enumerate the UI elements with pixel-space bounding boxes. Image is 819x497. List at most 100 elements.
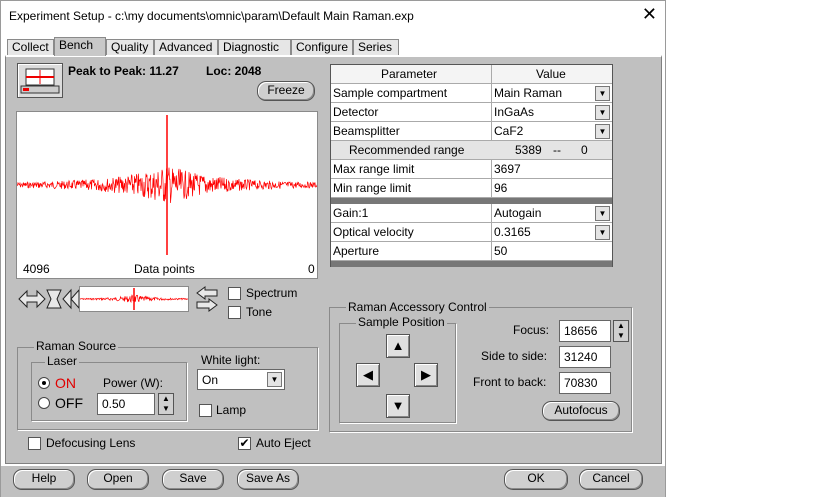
parameter-value[interactable]: 0.3165 [494, 225, 531, 239]
spectrum-checkbox[interactable] [228, 287, 241, 300]
laser-off-label: OFF [55, 395, 83, 411]
save-button[interactable]: Save [162, 469, 224, 490]
raman-source-title: Raman Source [34, 339, 119, 353]
move-right-button[interactable]: ▶ [414, 363, 438, 387]
parameter-value[interactable]: Main Raman [494, 86, 562, 100]
freeze-button[interactable]: Freeze [257, 81, 315, 101]
parameter-name: Optical velocity [333, 225, 414, 239]
tab-diagnostic[interactable]: Diagnostic [218, 39, 291, 55]
chevron-down-icon[interactable]: ▼ [595, 124, 610, 139]
move-left-button[interactable]: ◀ [356, 363, 380, 387]
parameter-value[interactable]: CaF2 [494, 124, 523, 138]
auto-eject-checkbox[interactable]: ✔ [238, 437, 251, 450]
table-separator [331, 261, 612, 267]
parameter-value[interactable]: 3697 [494, 162, 521, 176]
close-icon[interactable]: ✕ [642, 5, 657, 23]
pan-arrows-icon[interactable] [195, 286, 219, 312]
checkmark-icon: ✔ [239, 436, 250, 450]
front-to-back-input[interactable]: 70830 [559, 372, 611, 394]
laser-title: Laser [45, 354, 80, 368]
zoom-controls-icon[interactable] [17, 286, 80, 312]
chevron-down-icon[interactable]: ▼ [267, 372, 282, 387]
sample-position-title: Sample Position [356, 315, 447, 329]
parameter-row[interactable]: Aperture 50 [331, 242, 612, 261]
open-button[interactable]: Open [87, 469, 149, 490]
auto-eject-label: Auto Eject [256, 436, 311, 450]
tab-strip: Collect Bench Quality Advanced Diagnosti… [1, 37, 665, 56]
tab-series[interactable]: Series [353, 39, 399, 55]
chevron-down-icon[interactable]: ▼ [595, 105, 610, 120]
tab-bench[interactable]: Bench [54, 37, 106, 56]
graph-left-label: 4096 [23, 262, 50, 276]
recommended-range-label: Recommended range [349, 143, 465, 157]
white-light-label: White light: [201, 353, 261, 367]
side-to-side-input[interactable]: 31240 [559, 346, 611, 368]
ok-button[interactable]: OK [504, 469, 568, 490]
interferogram-trace [16, 115, 318, 255]
parameter-name: Gain:1 [333, 206, 369, 220]
signal-icon[interactable] [17, 63, 63, 98]
parameter-name: Detector [333, 105, 379, 119]
tab-quality[interactable]: Quality [106, 39, 154, 55]
autofocus-button[interactable]: Autofocus [542, 401, 620, 421]
parameter-row[interactable]: Min range limit 96 [331, 179, 612, 198]
power-spinner[interactable]: ▲ ▼ [158, 393, 174, 415]
parameter-row[interactable]: Beamsplitter CaF2 ▼ [331, 122, 612, 141]
parameter-row[interactable]: Gain:1 Autogain ▼ [331, 204, 612, 223]
move-up-button[interactable]: ▲ [386, 334, 410, 358]
focus-spinner[interactable]: ▲ ▼ [613, 320, 629, 342]
parameter-row[interactable]: Optical velocity 0.3165 ▼ [331, 223, 612, 242]
white-light-select[interactable]: On ▼ [197, 369, 285, 390]
chevron-down-icon[interactable]: ▼ [595, 206, 610, 221]
location-label: Loc: 2048 [206, 64, 262, 78]
raman-accessory-title: Raman Accessory Control [346, 300, 489, 314]
white-light-value: On [202, 373, 219, 387]
interferogram-graph: 4096 Data points 0 [16, 111, 318, 279]
parameter-row[interactable]: Detector InGaAs ▼ [331, 103, 612, 122]
power-input[interactable]: 0.50 [97, 393, 155, 415]
tone-checkbox[interactable] [228, 306, 241, 319]
parameter-value[interactable]: 96 [494, 181, 507, 195]
experiment-setup-window: Experiment Setup - c:\my documents\omnic… [0, 0, 666, 497]
focus-input[interactable]: 18656 [559, 320, 611, 342]
overview-graph[interactable] [79, 286, 189, 312]
recommended-range-sep: -- [553, 143, 561, 157]
recommended-range-from: 5389 [515, 143, 542, 157]
recommended-range-to: 0 [581, 143, 588, 157]
parameter-name: Aperture [333, 244, 380, 258]
defocusing-lens-checkbox[interactable] [28, 437, 41, 450]
tab-collect[interactable]: Collect [7, 39, 54, 55]
parameter-value[interactable]: InGaAs [494, 105, 534, 119]
graph-right-label: 0 [308, 262, 315, 276]
power-label: Power (W): [103, 376, 163, 390]
parameter-name: Beamsplitter [333, 124, 400, 138]
tab-advanced[interactable]: Advanced [154, 39, 218, 55]
chevron-down-icon[interactable]: ▼ [595, 225, 610, 240]
parameter-table: Parameter Value Sample compartment Main R… [330, 64, 613, 267]
recommended-range-row: Recommended range 5389 -- 0 [331, 141, 612, 160]
front-to-back-label: Front to back: [473, 375, 547, 389]
parameter-name: Min range limit [333, 181, 412, 195]
cancel-button[interactable]: Cancel [579, 469, 643, 490]
tone-label: Tone [246, 305, 273, 319]
parameter-row[interactable]: Max range limit 3697 [331, 160, 612, 179]
parameter-value[interactable]: 50 [494, 244, 507, 258]
laser-on-radio[interactable] [38, 377, 50, 389]
parameter-value[interactable]: Autogain [494, 206, 541, 220]
chevron-down-icon[interactable]: ▼ [595, 86, 610, 101]
header-value: Value [536, 67, 566, 81]
save-as-button[interactable]: Save As [237, 469, 299, 490]
graph-axis-label: Data points [134, 262, 195, 276]
tab-configure[interactable]: Configure [291, 39, 353, 55]
parameter-name: Max range limit [333, 162, 415, 176]
focus-label: Focus: [513, 323, 550, 337]
laser-on-label: ON [55, 375, 76, 391]
lamp-checkbox[interactable] [199, 404, 212, 417]
parameter-row[interactable]: Sample compartment Main Raman ▼ [331, 84, 612, 103]
title-bar: Experiment Setup - c:\my documents\omnic… [1, 1, 665, 32]
parameter-name: Sample compartment [333, 86, 448, 100]
overview-trace [79, 288, 189, 310]
help-button[interactable]: Help [13, 469, 75, 490]
laser-off-radio[interactable] [38, 397, 50, 409]
move-down-button[interactable]: ▼ [386, 394, 410, 418]
